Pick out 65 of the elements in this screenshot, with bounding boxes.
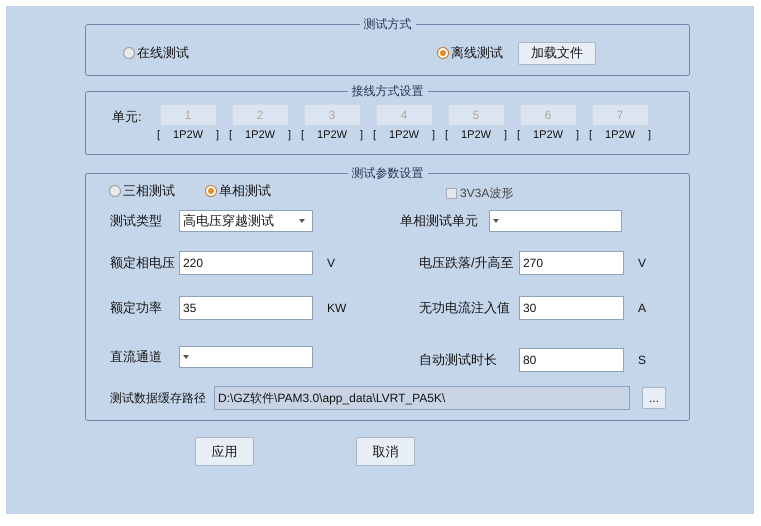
caret-icon [183, 355, 189, 359]
group-title: 测试方式 [362, 16, 412, 33]
browse-button[interactable]: ... [642, 387, 666, 409]
radio-button[interactable] [437, 47, 449, 59]
unit-label: V [327, 254, 336, 272]
field-label: 额定相电压 [110, 254, 176, 272]
unit-label: 单元: [112, 108, 143, 126]
bracket: ] [432, 128, 436, 143]
radio-label: 离线测试 [451, 44, 503, 62]
radio-label: 在线测试 [137, 44, 189, 62]
unit-label: S [638, 352, 646, 369]
radio-button[interactable] [123, 47, 135, 59]
field-label: 电压跌落/升高至 [419, 254, 515, 272]
bracket: ] [648, 128, 652, 143]
bracket: [ [588, 128, 592, 143]
wiring-mode-label: 1P2W [317, 128, 347, 143]
field-label: 直流通道 [110, 348, 163, 366]
dropdown[interactable]: 高电压穿越测试 [179, 210, 313, 232]
bracket: ] [288, 128, 292, 143]
group-title: 接线方式设置 [350, 83, 424, 100]
field-label: 无功电流注入值 [419, 298, 511, 317]
bracket: ] [504, 128, 508, 143]
bracket: ] [360, 128, 364, 143]
wiring-mode-label: 1P2W [245, 128, 275, 143]
field-label: 测试类型 [110, 212, 163, 230]
bracket: ] [216, 128, 220, 143]
unit-label: V [638, 254, 646, 272]
path-field[interactable]: D:\GZ软件\PAM3.0\app_data\LVRT_PA5K\ [214, 386, 630, 410]
dropdown[interactable] [489, 210, 622, 232]
load-file-button[interactable]: 加载文件 [518, 42, 596, 64]
input-field[interactable]: 270 [519, 250, 624, 274]
bracket: [ [372, 128, 376, 143]
bracket: [ [300, 128, 304, 143]
dialog-button[interactable]: 应用 [195, 437, 254, 466]
wiring-mode-label: 1P2W [533, 128, 563, 143]
input-field[interactable]: 220 [179, 250, 313, 274]
radio-button[interactable] [205, 185, 217, 197]
unit-label: A [638, 300, 646, 316]
wiring-mode-label: 1P2W [461, 128, 491, 143]
radio-label: 单相测试 [219, 182, 271, 200]
field-label: 自动测试时长 [419, 351, 498, 370]
group-title: 测试参数设置 [350, 165, 424, 182]
radio-button[interactable] [109, 185, 121, 197]
caret-icon [493, 219, 499, 223]
input-field[interactable]: 80 [519, 348, 624, 372]
field-label: 单相测试单元 [400, 212, 479, 230]
input-field[interactable]: 30 [519, 296, 624, 320]
unit-label: KW [327, 300, 346, 316]
dropdown-value: 高电压穿越测试 [183, 212, 274, 230]
checkbox-label: 3V3A波形 [460, 185, 514, 202]
dropdown[interactable] [179, 346, 313, 368]
bracket: [ [516, 128, 520, 143]
bracket: [ [228, 128, 232, 143]
wiring-mode-label: 1P2W [173, 128, 203, 143]
wiring-mode-label: 1P2W [389, 128, 419, 143]
radio-label: 三相测试 [123, 182, 175, 200]
bracket: [ [156, 128, 160, 143]
caret-icon [299, 219, 305, 223]
bracket: [ [444, 128, 448, 143]
field-label: 额定功率 [110, 298, 163, 317]
dialog-button[interactable]: 取消 [356, 437, 415, 466]
bracket: ] [576, 128, 580, 143]
field-label: 测试数据缓存路径 [110, 390, 207, 407]
wiring-mode-label: 1P2W [605, 128, 635, 143]
input-field[interactable]: 35 [179, 296, 313, 320]
